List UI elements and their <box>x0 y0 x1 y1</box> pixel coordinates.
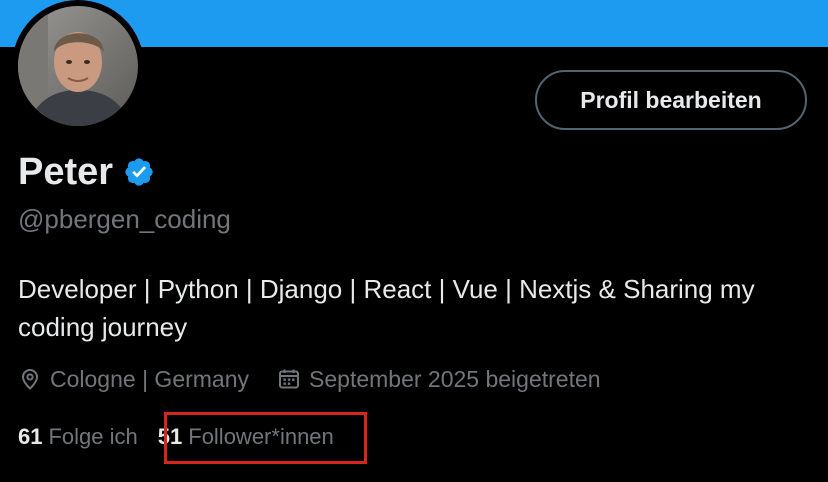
name-row: Peter <box>18 150 155 194</box>
avatar-frame <box>12 0 144 132</box>
following-link[interactable]: 61 Folge ich <box>18 424 138 450</box>
display-name: Peter <box>18 150 114 193</box>
calendar-icon <box>279 369 300 389</box>
following-count: 61 <box>18 424 43 449</box>
location-pin-icon <box>21 369 39 390</box>
avatar-photo <box>18 6 138 126</box>
profile-bio: Developer | Python | Django | React | Vu… <box>18 274 755 342</box>
verified-badge-icon[interactable] <box>123 156 155 188</box>
edit-profile-button[interactable]: Profil bearbeiten <box>535 70 807 130</box>
joined-item: September 2025 beigetreten <box>277 366 601 393</box>
following-label: Folge ich <box>48 424 138 449</box>
profile-meta: Cologne | Germany September 2025 beigetr… <box>18 362 601 396</box>
location-text: Cologne | Germany <box>50 365 250 392</box>
followers-highlight-box <box>164 412 367 464</box>
user-handle: @pbergen_coding <box>18 204 231 234</box>
avatar[interactable] <box>18 6 138 126</box>
joined-date-text: September 2025 beigetreten <box>309 365 601 392</box>
location-item: Cologne | Germany <box>18 366 249 393</box>
